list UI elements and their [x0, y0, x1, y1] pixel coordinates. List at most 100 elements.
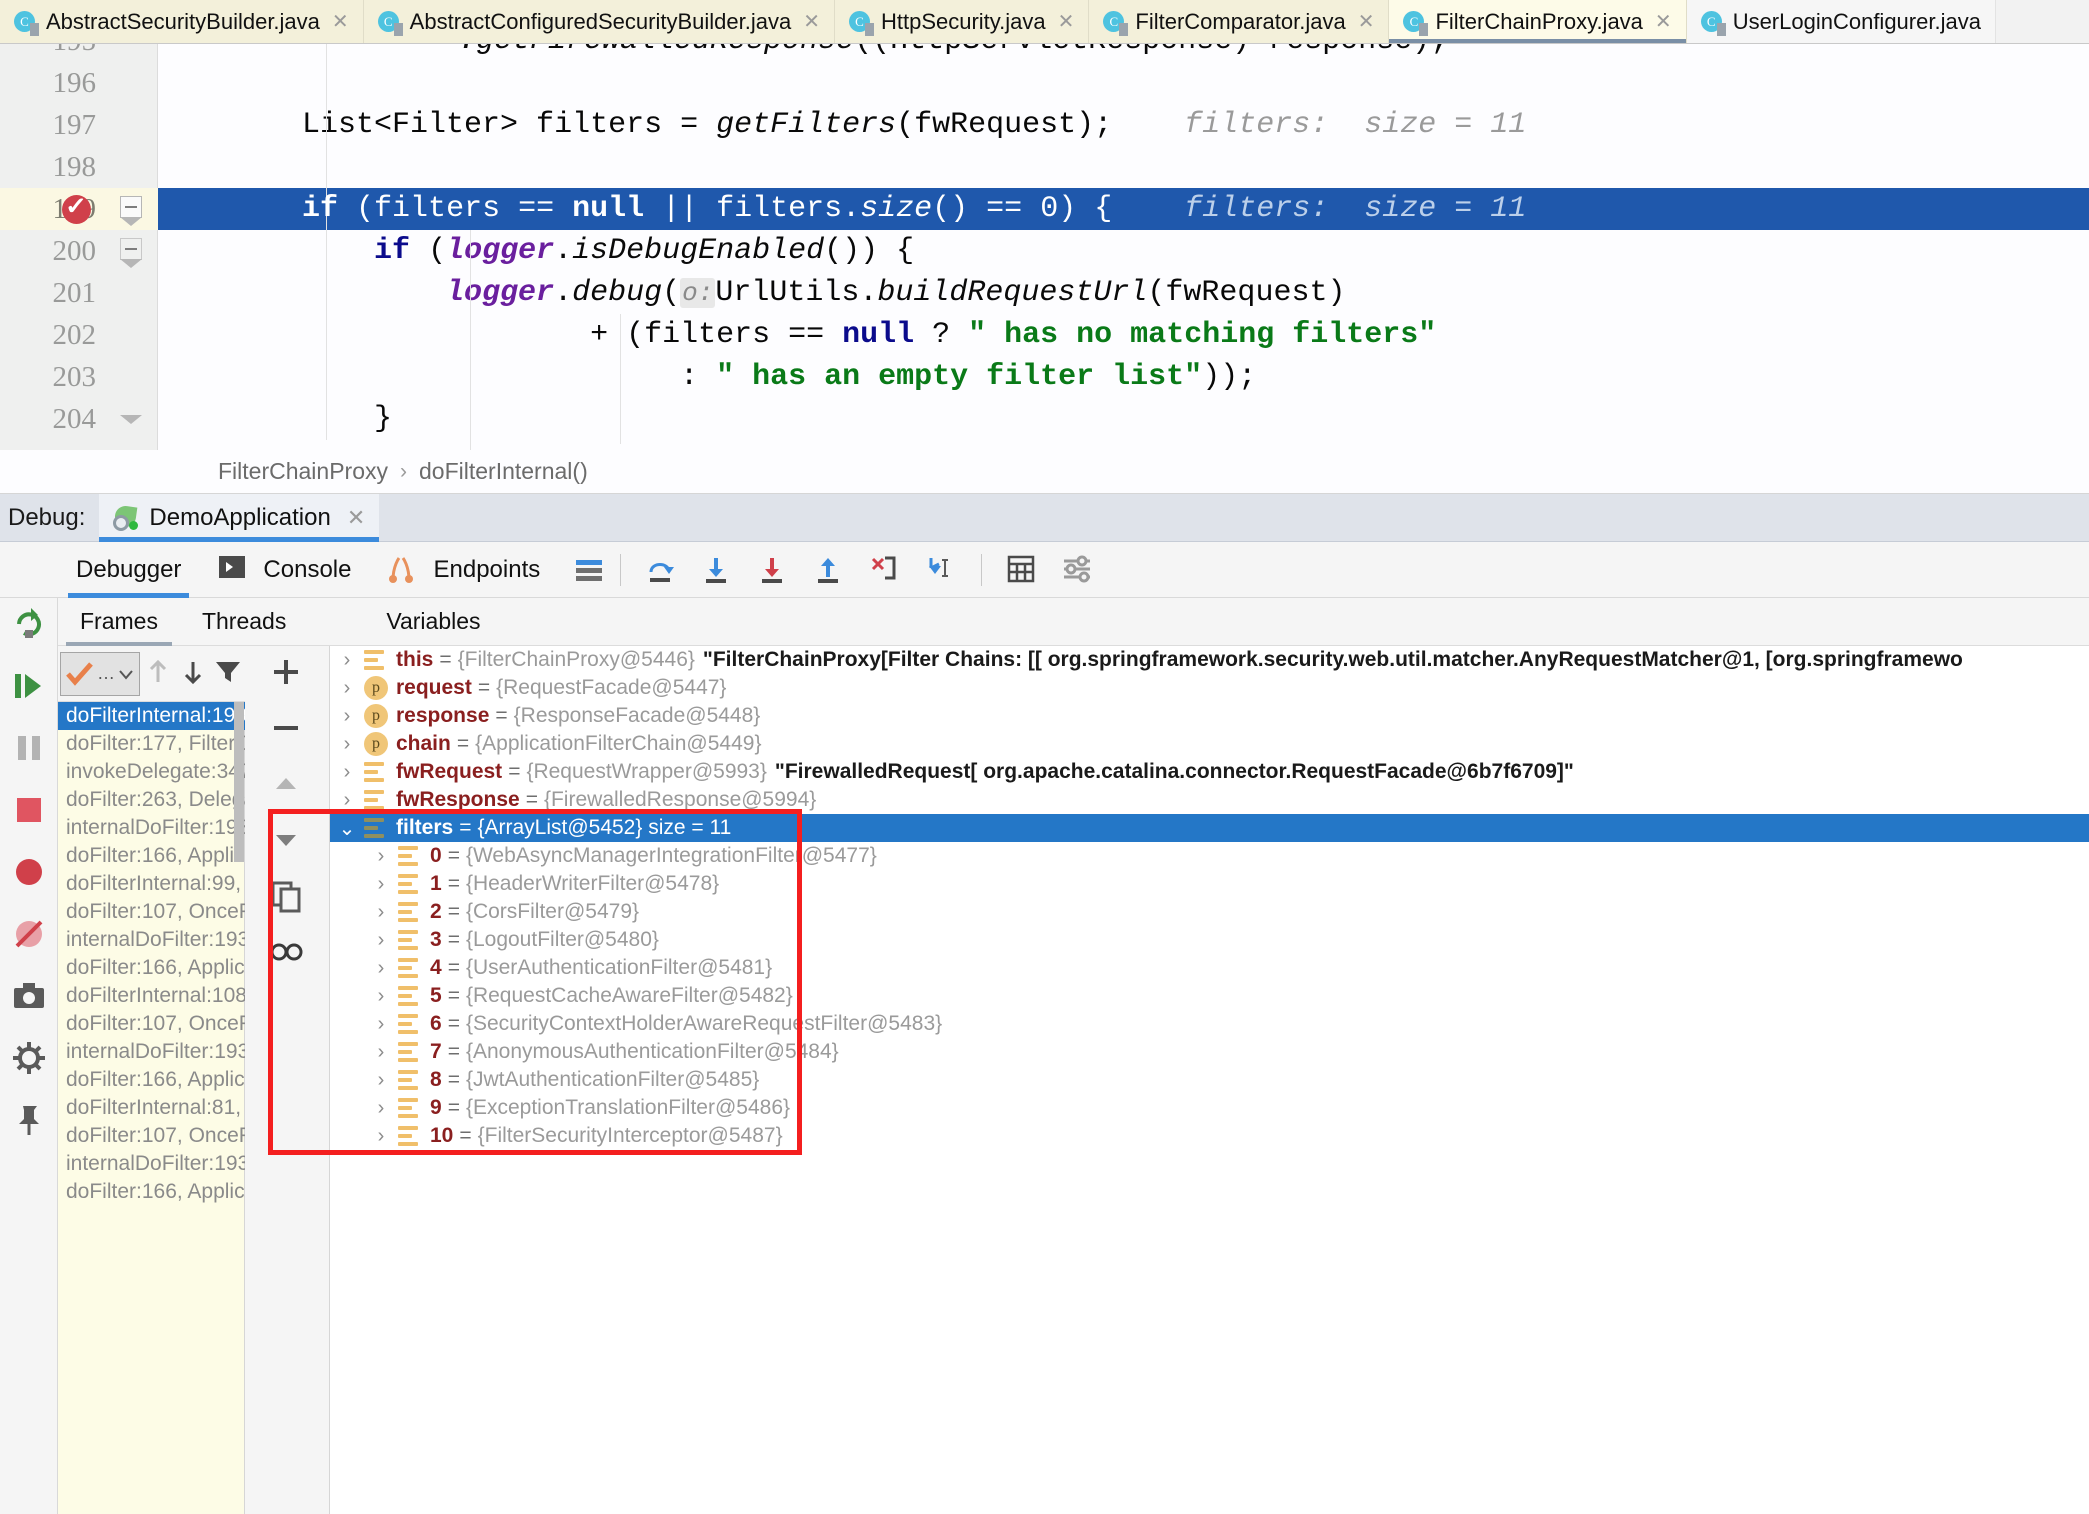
code-line-203[interactable]: 203 : " has an empty filter list"));: [0, 356, 2089, 398]
variable-row[interactable]: ⌄filters={ArrayList@5452} size = 11: [330, 814, 2089, 842]
add-watch-icon[interactable]: [266, 652, 308, 694]
chevron-right-icon[interactable]: ›: [330, 1069, 398, 1092]
settings-icon[interactable]: [1060, 552, 1096, 588]
variable-row[interactable]: ›3={LogoutFilter@5480}: [330, 926, 2089, 954]
step-over-icon[interactable]: [643, 552, 679, 588]
frame-list-item[interactable]: doFilterInternal:108, Htt: [58, 982, 245, 1010]
fold-handle-icon[interactable]: [120, 196, 142, 222]
stop-icon[interactable]: [9, 790, 49, 830]
close-icon[interactable]: ✕: [1655, 12, 1672, 32]
chevron-down-icon[interactable]: ⌄: [330, 816, 364, 841]
variable-row[interactable]: ›prequest={RequestFacade@5447}: [330, 674, 2089, 702]
screenshot-icon[interactable]: [9, 976, 49, 1016]
editor-tab-5[interactable]: CUserLoginConfigurer.java: [1687, 0, 1996, 43]
frame-list-item[interactable]: doFilter:177, FilterChain: [58, 730, 245, 758]
variable-row[interactable]: ›5={RequestCacheAwareFilter@5482}: [330, 982, 2089, 1010]
chevron-right-icon[interactable]: ›: [330, 677, 364, 700]
frame-list-item[interactable]: doFilter:263, Delegating: [58, 786, 245, 814]
code-line-201[interactable]: 201 logger.debug(o:UrlUtils.buildRequest…: [0, 272, 2089, 314]
code-line-199[interactable]: 199 ✓ if (filters == null || filters.siz…: [0, 188, 2089, 230]
chevron-right-icon[interactable]: ›: [330, 901, 398, 924]
drop-frame-icon[interactable]: [867, 552, 903, 588]
code-line-198[interactable]: 198: [0, 146, 2089, 188]
frame-list-item[interactable]: doFilterInternal:199, Filt: [58, 702, 245, 730]
tab-console[interactable]: Console: [199, 542, 369, 598]
code-line-196[interactable]: 196: [0, 62, 2089, 104]
code-editor[interactable]: 195 .getFirewalledResponse((HttpServletR…: [0, 44, 2089, 450]
frame-list-item[interactable]: doFilter:166, Application: [58, 1066, 245, 1094]
breadcrumb-method[interactable]: doFilterInternal(): [419, 458, 588, 485]
variable-row[interactable]: ›2={CorsFilter@5479}: [330, 898, 2089, 926]
editor-tab-4[interactable]: CFilterChainProxy.java✕: [1389, 0, 1686, 43]
view-breakpoints-icon[interactable]: [9, 852, 49, 892]
copy-value-icon[interactable]: [266, 876, 308, 918]
force-step-into-icon[interactable]: [755, 552, 791, 588]
tab-endpoints[interactable]: Endpoints: [369, 542, 558, 598]
code-line-202[interactable]: 202 + (filters == null ? " has no matchi…: [0, 314, 2089, 356]
fold-handle-icon[interactable]: [120, 394, 142, 420]
variable-row[interactable]: ›0={WebAsyncManagerIntegrationFilter@547…: [330, 842, 2089, 870]
variable-row[interactable]: ›1={HeaderWriterFilter@5478}: [330, 870, 2089, 898]
breadcrumb[interactable]: FilterChainProxy › doFilterInternal(): [0, 450, 2089, 494]
pin-tab-icon[interactable]: [9, 1100, 49, 1140]
filter-icon[interactable]: [212, 656, 245, 692]
chevron-right-icon[interactable]: ›: [330, 1097, 398, 1120]
variable-row[interactable]: ›presponse={ResponseFacade@5448}: [330, 702, 2089, 730]
chevron-right-icon[interactable]: ›: [330, 1041, 398, 1064]
editor-tab-2[interactable]: CHttpSecurity.java✕: [835, 0, 1089, 43]
frame-list-item[interactable]: invokeDelegate:347, De: [58, 758, 245, 786]
move-watch-down-icon[interactable]: [266, 820, 308, 862]
breadcrumb-class[interactable]: FilterChainProxy: [218, 458, 388, 485]
variables-pane[interactable]: ›this={FilterChainProxy@5446}"FilterChai…: [330, 646, 2089, 1514]
move-up-icon[interactable]: [142, 656, 175, 692]
frame-list-item[interactable]: internalDoFilter:193, Ap: [58, 1038, 245, 1066]
chevron-right-icon[interactable]: ›: [330, 845, 398, 868]
variable-row[interactable]: ›7={AnonymousAuthenticationFilter@5484}: [330, 1038, 2089, 1066]
inspect-icon[interactable]: [266, 932, 308, 974]
variable-row[interactable]: ›8={JwtAuthenticationFilter@5485}: [330, 1066, 2089, 1094]
variable-row[interactable]: ›pchain={ApplicationFilterChain@5449}: [330, 730, 2089, 758]
resume-program-icon[interactable]: [9, 666, 49, 706]
chevron-right-icon[interactable]: ›: [330, 761, 364, 784]
code-line-200[interactable]: 200 if (logger.isDebugEnabled()) {: [0, 230, 2089, 272]
frame-list-item[interactable]: doFilter:107, OncePerRe: [58, 898, 245, 926]
close-icon[interactable]: ✕: [347, 505, 365, 531]
frame-list-item[interactable]: doFilterInternal:99, Requ: [58, 870, 245, 898]
chevron-right-icon[interactable]: ›: [330, 1125, 398, 1148]
run-to-cursor-icon[interactable]: [923, 552, 959, 588]
frame-list-item[interactable]: doFilter:107, OncePerRe: [58, 1010, 245, 1038]
frames-scrollbar[interactable]: [234, 702, 244, 862]
layout-icon[interactable]: [572, 552, 608, 588]
close-icon[interactable]: ✕: [803, 12, 820, 32]
code-line-204[interactable]: 204 }: [0, 398, 2089, 440]
chevron-right-icon[interactable]: ›: [330, 873, 398, 896]
variable-row[interactable]: ›10={FilterSecurityInterceptor@5487}: [330, 1122, 2089, 1150]
variable-row[interactable]: ›this={FilterChainProxy@5446}"FilterChai…: [330, 646, 2089, 674]
frame-list-item[interactable]: internalDoFilter:193, Ap: [58, 926, 245, 954]
close-icon[interactable]: ✕: [1058, 12, 1075, 32]
close-icon[interactable]: ✕: [1358, 12, 1375, 32]
thread-filter-dropdown[interactable]: …: [60, 652, 140, 696]
evaluate-expression-icon[interactable]: [1004, 552, 1040, 588]
chevron-right-icon[interactable]: ›: [330, 929, 398, 952]
pause-program-icon[interactable]: [9, 728, 49, 768]
settings-gear-icon[interactable]: [9, 1038, 49, 1078]
frame-list-item[interactable]: doFilter:107, OncePerRe: [58, 1122, 245, 1150]
editor-tab-3[interactable]: CFilterComparator.java✕: [1089, 0, 1389, 43]
variable-row[interactable]: ›6={SecurityContextHolderAwareRequestFil…: [330, 1010, 2089, 1038]
frame-list-item[interactable]: internalDoFilter:193, Ap: [58, 1150, 245, 1178]
mute-breakpoints-icon[interactable]: [9, 914, 49, 954]
fold-handle-icon[interactable]: [120, 238, 142, 264]
variable-row[interactable]: ›9={ExceptionTranslationFilter@5486}: [330, 1094, 2089, 1122]
variable-row[interactable]: ›4={UserAuthenticationFilter@5481}: [330, 954, 2089, 982]
step-out-icon[interactable]: [811, 552, 847, 588]
editor-tab-1[interactable]: CAbstractConfiguredSecurityBuilder.java✕: [364, 0, 835, 43]
chevron-right-icon[interactable]: ›: [330, 705, 364, 728]
chevron-right-icon[interactable]: ›: [330, 789, 364, 812]
move-watch-up-icon[interactable]: [266, 764, 308, 806]
chevron-right-icon[interactable]: ›: [330, 649, 364, 672]
debug-session-tab[interactable]: DemoApplication ✕: [99, 494, 379, 542]
variable-row[interactable]: ›fwResponse={FirewalledResponse@5994}: [330, 786, 2089, 814]
subtab-threads[interactable]: Threads: [180, 598, 308, 646]
close-icon[interactable]: ✕: [332, 12, 349, 32]
